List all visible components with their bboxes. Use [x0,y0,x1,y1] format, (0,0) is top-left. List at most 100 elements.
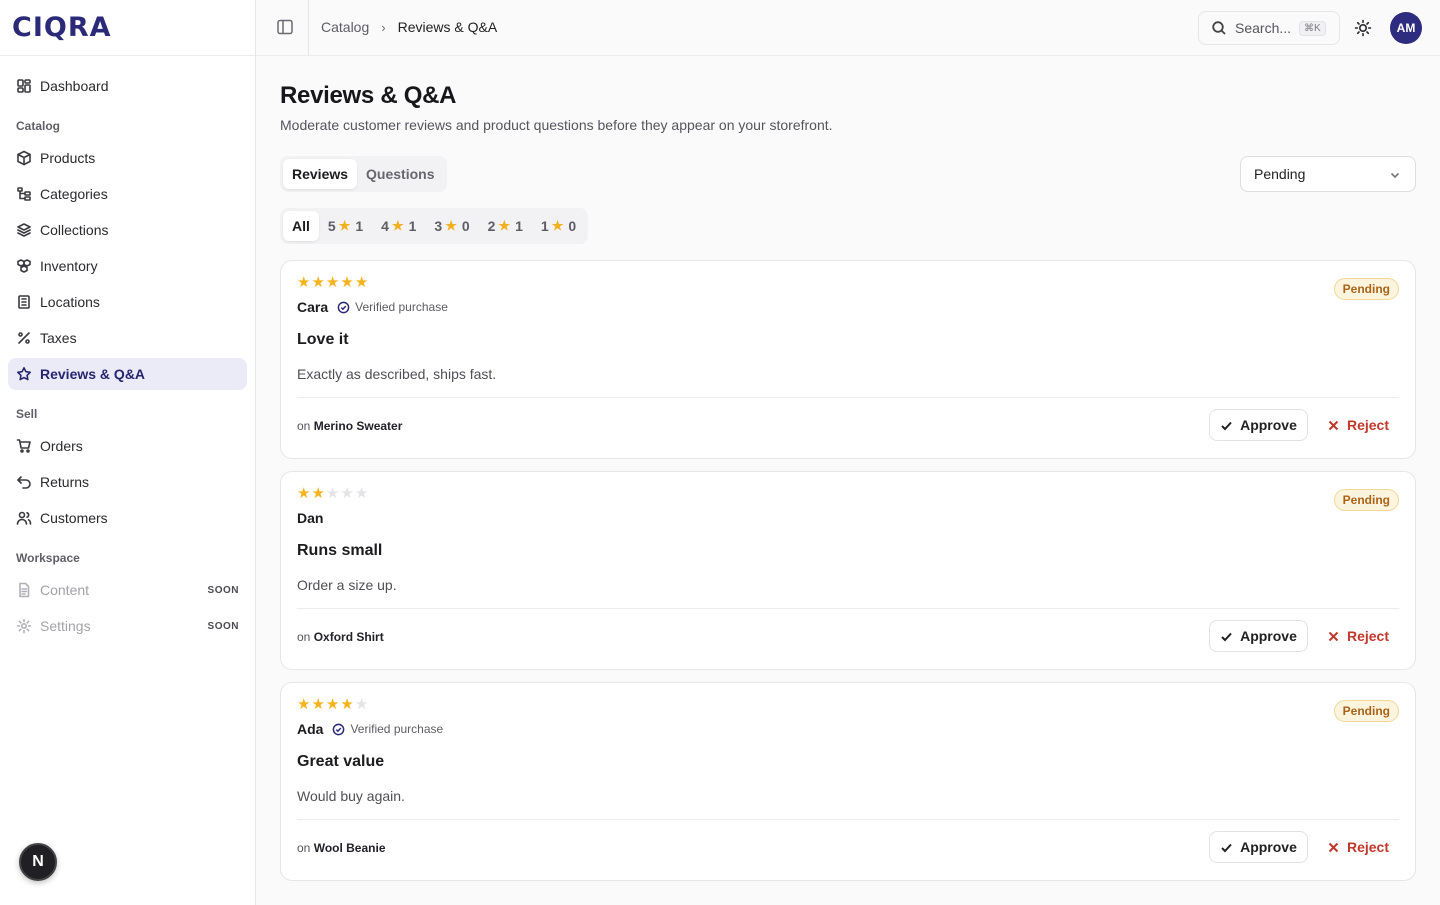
sidebar-group-workspace: Workspace [16,551,80,565]
close-icon [1328,842,1339,852]
star-icon: ★ [391,218,404,233]
rating-filter-3[interactable]: 3 ★ 0 [425,211,478,241]
status-filter-select[interactable]: Pending [1240,156,1416,192]
sidebar-item-taxes[interactable]: Taxes [8,322,247,354]
star-rating: ★ ★ ★ ★ ★ [297,697,369,713]
reject-button[interactable]: Reject [1328,620,1389,652]
topbar-divider [308,0,309,56]
breadcrumb-catalog[interactable]: Catalog [321,19,369,35]
rating-filter-5[interactable]: 5 ★ 1 [319,211,372,241]
reject-label: Reject [1346,839,1389,855]
percent-icon [16,330,32,346]
sidebar-item-locations[interactable]: Locations [8,286,247,318]
product-name[interactable]: Wool Beanie [314,841,386,855]
search-icon [1212,21,1226,35]
sidebar-item-label: Orders [40,438,83,454]
tree-icon [16,186,32,202]
star-filled-icon: ★ [311,274,325,291]
card-divider [297,397,1399,398]
star-empty-icon: ★ [325,485,340,502]
card-divider [297,608,1399,609]
rating-filter-stars: 2 [487,218,496,234]
sidebar-item-dashboard[interactable]: Dashboard [8,70,247,102]
sidebar-item-orders[interactable]: Orders [8,430,247,462]
check-icon [1221,421,1232,430]
sidebar-item-reviews[interactable]: Reviews & Q&A [8,358,247,390]
dashboard-icon [16,78,32,94]
panel-left-icon [277,19,293,35]
sidebar-item-products[interactable]: Products [8,142,247,174]
sidebar-item-content: Content SOON [8,574,247,606]
search-input[interactable]: Search... ⌘K [1198,11,1340,45]
sidebar-group-catalog: Catalog [16,119,61,133]
verified-purchase: Verified purchase [337,300,448,314]
review-title: Love it [297,331,349,348]
sidebar-item-returns[interactable]: Returns [8,466,247,498]
status-filter-value: Pending [1254,166,1306,182]
approve-label: Approve [1240,839,1297,855]
star-filled-icon: ★ [354,274,369,291]
soon-badge: SOON [207,620,239,632]
rating-filter-stars: 4 [381,218,389,234]
card-divider [297,819,1399,820]
chevron-right-icon: › [381,19,386,35]
avatar[interactable]: AM [1390,12,1422,44]
sidebar: CIQRA Dashboard Catalog Products Categor… [0,0,256,905]
sidebar-item-inventory[interactable]: Inventory [8,250,247,282]
approve-button[interactable]: Approve [1209,620,1308,652]
star-icon: ★ [551,218,564,233]
sidebar-toggle-button[interactable] [276,18,296,38]
product-name[interactable]: Merino Sweater [314,419,403,433]
rating-filter-count: 1 [515,218,523,234]
rating-filter-group: All 5 ★ 1 4 ★ 1 3 ★ 0 2 ★ 1 1 ★ 0 [280,208,589,244]
tab-reviews[interactable]: Reviews [283,159,358,189]
approve-button[interactable]: Approve [1209,831,1308,863]
star-filled-icon: ★ [297,485,311,502]
breadcrumb: Catalog › Reviews & Q&A [321,19,497,35]
product-prefix: on [297,841,311,855]
sidebar-item-label: Dashboard [40,78,109,94]
check-icon [1221,843,1232,852]
approve-label: Approve [1240,417,1297,433]
reject-button[interactable]: Reject [1328,409,1389,441]
star-empty-icon: ★ [340,485,354,502]
rating-filter-1[interactable]: 1 ★ 0 [532,211,585,241]
tab-questions[interactable]: Questions [357,159,443,189]
sidebar-item-label: Inventory [40,258,98,274]
theme-toggle-button[interactable] [1354,19,1372,37]
star-icon: ★ [498,218,511,233]
rating-filter-2[interactable]: 2 ★ 1 [479,211,532,241]
review-body: Order a size up. [297,577,397,593]
sidebar-item-categories[interactable]: Categories [8,178,247,210]
product-prefix: on [297,630,311,644]
product-name[interactable]: Oxford Shirt [314,630,384,644]
cart-icon [16,438,32,454]
sidebar-item-collections[interactable]: Collections [8,214,247,246]
sidebar-item-label: Taxes [40,330,77,346]
star-icon [16,366,32,382]
rating-filter-4[interactable]: 4 ★ 1 [372,211,425,241]
undo-icon [16,474,32,490]
rating-filter-label: All [292,218,310,234]
boxes-icon [16,258,32,274]
star-rating: ★ ★ ★ ★ ★ [297,275,369,291]
sidebar-item-label: Categories [40,186,108,202]
star-filled-icon: ★ [297,696,311,713]
floating-assistant-button[interactable]: N [19,843,57,881]
star-empty-icon: ★ [354,696,369,713]
page-subtitle: Moderate customer reviews and product qu… [280,117,833,133]
rating-filter-all[interactable]: All [283,211,319,241]
star-filled-icon: ★ [311,696,325,713]
brand-logo[interactable]: CIQRA [0,0,255,56]
rating-filter-stars: 3 [434,218,443,234]
check-circle-icon [337,301,350,313]
approve-button[interactable]: Approve [1209,409,1308,441]
building-icon [16,294,32,310]
reject-button[interactable]: Reject [1328,831,1389,863]
sidebar-item-label: Customers [40,510,108,526]
sidebar-item-label: Returns [40,474,90,490]
star-empty-icon: ★ [354,485,369,502]
sidebar-item-settings: Settings SOON [8,610,247,642]
rating-filter-stars: 1 [540,218,549,234]
sidebar-item-customers[interactable]: Customers [8,502,247,534]
